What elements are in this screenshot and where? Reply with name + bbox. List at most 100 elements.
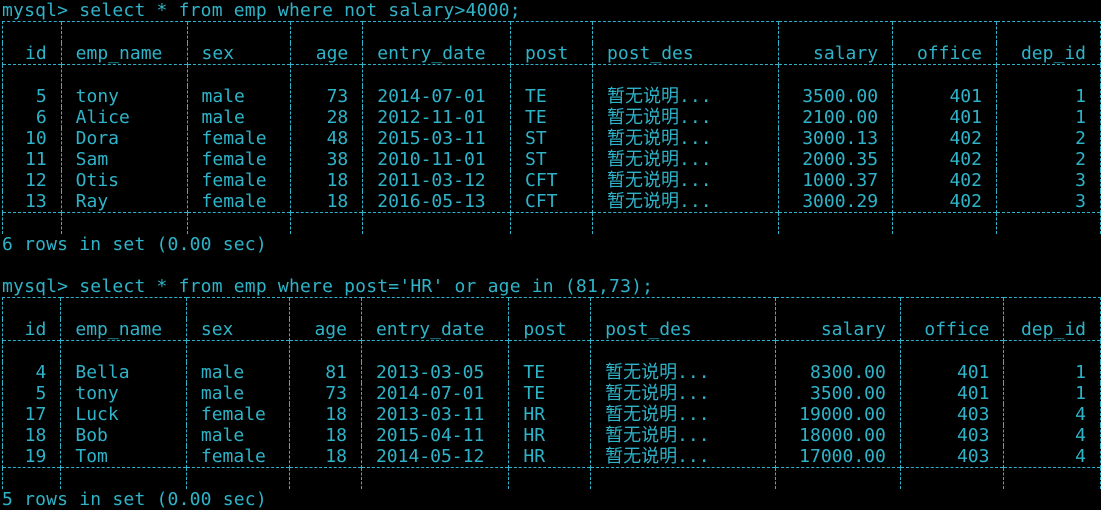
cell-office: 403: [899, 425, 1004, 446]
cell-office: 401: [892, 107, 997, 128]
cell-dep-id: 1: [1003, 362, 1101, 383]
cell-sex: male: [185, 425, 290, 446]
table-row: 6 Alice male 28 2012-11-01 TE 暂无说明... 21…: [2, 107, 1101, 128]
cell-age: 18: [290, 170, 363, 191]
cell-emp-name: tony: [60, 86, 188, 107]
cell-id: 19: [1, 446, 61, 468]
cell-dep-id: 4: [1003, 446, 1101, 468]
column-header: emp_name: [60, 319, 187, 341]
cell-office: 402: [892, 191, 997, 213]
column-header: post_des: [592, 43, 779, 65]
cell-office: 403: [899, 446, 1004, 468]
column-header: office: [899, 319, 1004, 341]
cell-office: 402: [892, 149, 997, 170]
cell-post-des: 暂无说明...: [592, 191, 779, 213]
cell-id: 13: [2, 191, 62, 213]
cell-age: 18: [289, 404, 362, 425]
cell-age: 18: [290, 191, 363, 213]
terminal-window[interactable]: mysql> select * from emp where not salar…: [0, 0, 1101, 510]
cell-salary: 1000.37: [777, 170, 893, 191]
cell-entry-date: 2015-04-11: [360, 425, 509, 446]
cell-post-des: 暂无说明...: [592, 86, 779, 107]
cell-emp-name: Sam: [60, 149, 188, 170]
column-header: id: [2, 43, 62, 65]
table-row: 13 Ray female 18 2016-05-13 CFT 暂无说明... …: [2, 191, 1101, 213]
cell-id: 4: [1, 362, 61, 383]
cell-dep-id: 1: [995, 107, 1101, 128]
cell-age: 73: [290, 86, 363, 107]
cell-emp-name: Otis: [60, 170, 188, 191]
table-border-bottom: [1, 467, 1101, 489]
cell-office: 401: [899, 383, 1004, 404]
cell-post: CFT: [509, 191, 593, 213]
header-row: id emp_name sex age entry_date post post…: [1, 319, 1101, 341]
table-row: 17 Luck female 18 2013-03-11 HR 暂无说明... …: [1, 404, 1101, 425]
cell-age: 73: [289, 383, 362, 404]
cell-post: HR: [508, 425, 591, 446]
column-header: salary: [777, 43, 893, 65]
cell-salary: 3000.13: [777, 128, 893, 149]
table-border-bottom: [2, 212, 1101, 234]
cell-post: ST: [509, 149, 593, 170]
cell-id: 10: [2, 128, 62, 149]
table-row: 12 Otis female 18 2011-03-12 CFT 暂无说明...…: [2, 170, 1101, 191]
cell-dep-id: 4: [1003, 404, 1101, 425]
cell-age: 28: [290, 107, 363, 128]
cell-emp-name: Dora: [60, 128, 188, 149]
table-border-top: [2, 21, 1101, 43]
table-row: 11 Sam female 38 2010-11-01 ST 暂无说明... 2…: [2, 149, 1101, 170]
table-row: 4 Bella male 81 2013-03-05 TE 暂无说明... 83…: [1, 362, 1101, 383]
table-row: 5 tony male 73 2014-07-01 TE 暂无说明... 350…: [1, 383, 1101, 404]
cell-salary: 3500.00: [775, 383, 901, 404]
cell-sex: female: [186, 128, 291, 149]
cell-post-des: 暂无说明...: [592, 107, 779, 128]
cell-post-des: 暂无说明...: [590, 446, 776, 468]
table-row: 19 Tom female 18 2014-05-12 HR 暂无说明... 1…: [1, 446, 1101, 468]
cell-post-des: 暂无说明...: [590, 425, 776, 446]
cell-office: 402: [892, 128, 997, 149]
cell-post-des: 暂无说明...: [590, 404, 776, 425]
column-header: post_des: [590, 319, 776, 341]
cell-office: 401: [899, 362, 1004, 383]
cell-office: 402: [892, 170, 997, 191]
cell-sex: male: [186, 107, 291, 128]
header-row: id emp_name sex age entry_date post post…: [2, 43, 1101, 65]
command-line: mysql> select * from emp where post='HR'…: [2, 276, 654, 297]
cell-age: 48: [290, 128, 363, 149]
cell-entry-date: 2015-03-11: [362, 128, 511, 149]
cell-sex: female: [186, 191, 291, 213]
cell-age: 18: [289, 425, 362, 446]
cell-dep-id: 3: [995, 170, 1101, 191]
cell-sex: female: [186, 170, 291, 191]
cell-entry-date: 2010-11-01: [362, 149, 511, 170]
table-border-header: [2, 64, 1101, 86]
result-summary: 6 rows in set (0.00 sec): [2, 234, 267, 255]
cell-age: 81: [289, 362, 362, 383]
cell-entry-date: 2014-07-01: [360, 383, 509, 404]
cell-dep-id: 4: [1003, 425, 1101, 446]
result-table: id emp_name sex age entry_date post post…: [2, 21, 1101, 234]
cell-post-des: 暂无说明...: [592, 149, 779, 170]
cell-sex: male: [186, 86, 291, 107]
cell-sex: male: [185, 383, 290, 404]
cell-emp-name: tony: [60, 383, 187, 404]
cell-emp-name: Tom: [60, 446, 187, 468]
cell-entry-date: 2012-11-01: [362, 107, 511, 128]
cell-id: 6: [2, 107, 62, 128]
cell-sex: female: [185, 446, 290, 468]
cell-entry-date: 2013-03-11: [360, 404, 509, 425]
cell-dep-id: 1: [1003, 383, 1101, 404]
cell-post-des: 暂无说明...: [590, 383, 776, 404]
column-header: entry_date: [362, 43, 511, 65]
cell-age: 18: [289, 446, 362, 468]
cell-salary: 19000.00: [775, 404, 901, 425]
cell-age: 38: [290, 149, 363, 170]
cell-emp-name: Bella: [60, 362, 187, 383]
column-header: entry_date: [360, 319, 509, 341]
cell-id: 12: [2, 170, 62, 191]
cell-entry-date: 2014-05-12: [360, 446, 509, 468]
table-border-top: [1, 297, 1101, 319]
cell-post-des: 暂无说明...: [592, 170, 779, 191]
cell-salary: 2100.00: [777, 107, 893, 128]
cell-sex: female: [186, 149, 291, 170]
